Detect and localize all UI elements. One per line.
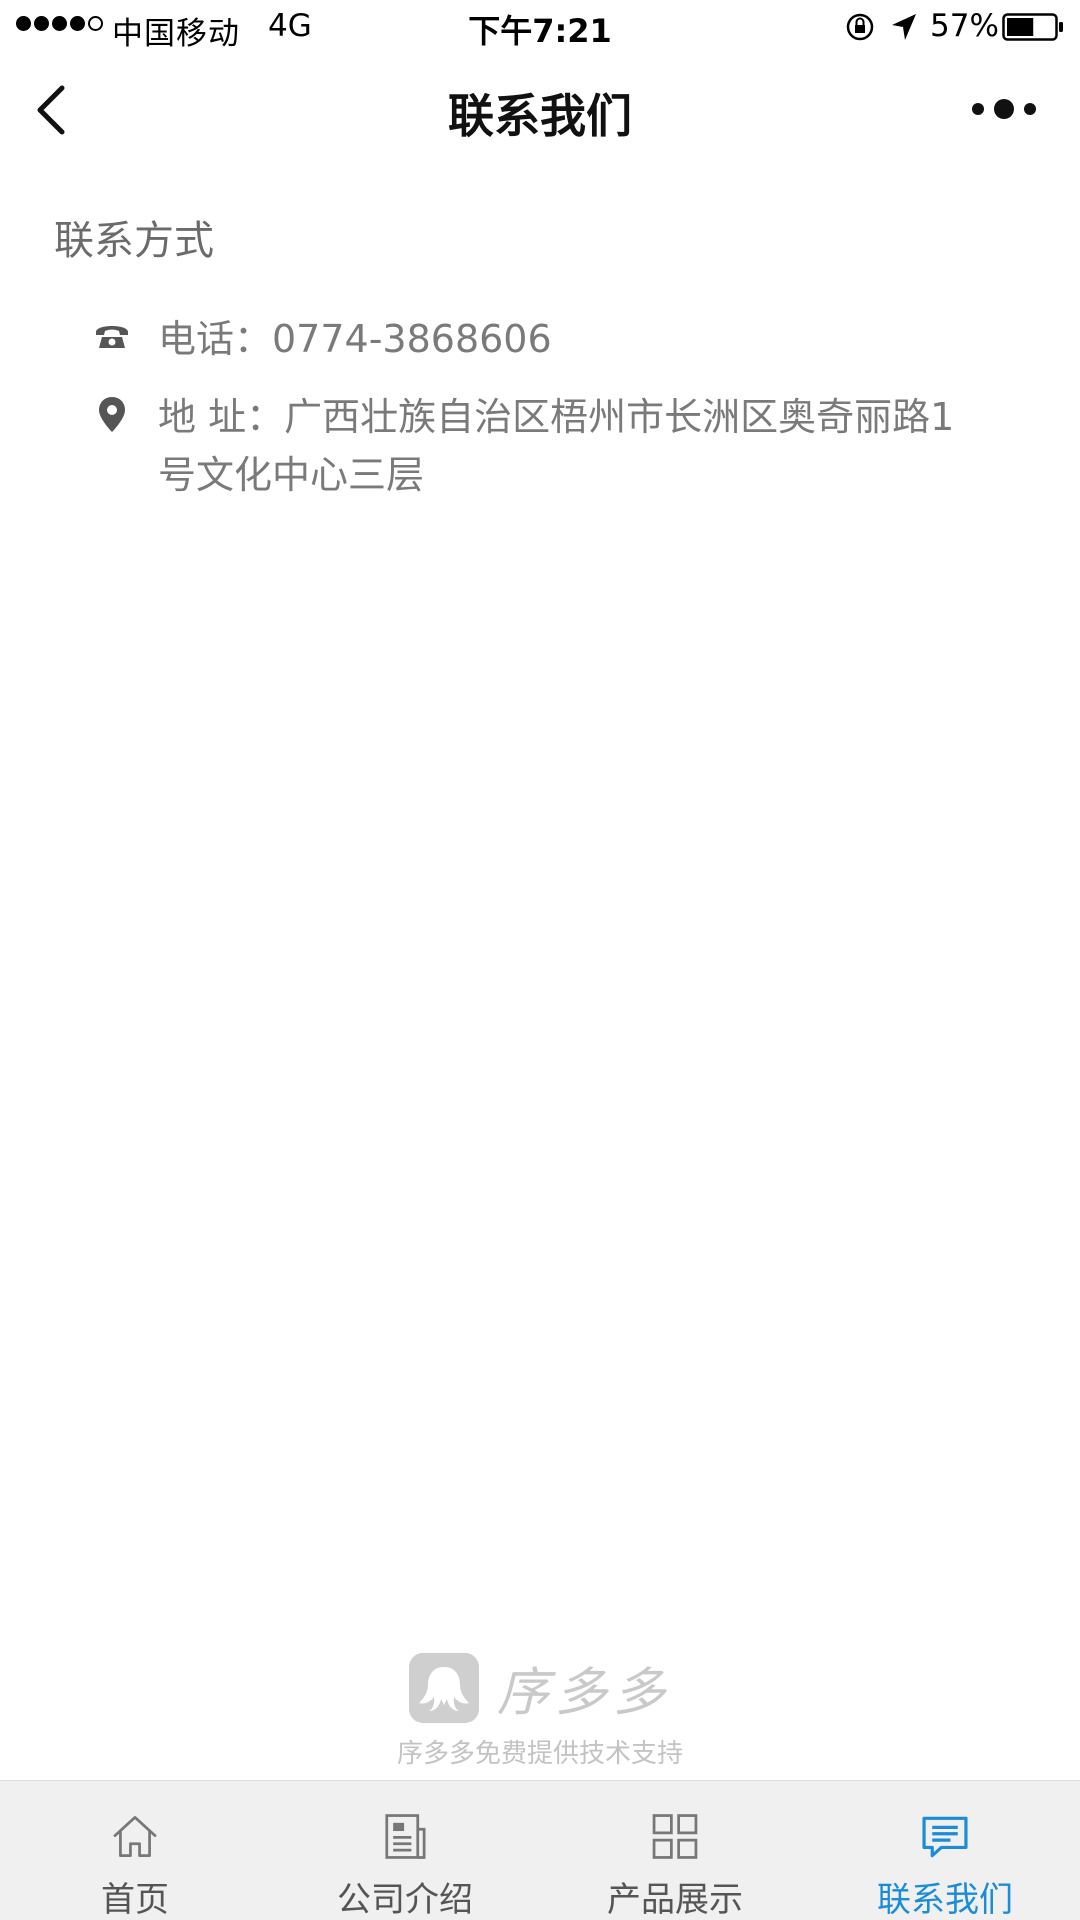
octopus-logo-icon — [408, 1652, 479, 1723]
location-arrow-icon — [892, 14, 916, 40]
phone-row[interactable]: 电话：0774-3868606 — [92, 310, 992, 368]
tab-contact-us[interactable]: 联系我们 — [810, 1781, 1080, 1920]
grid-icon — [652, 1814, 698, 1859]
tab-company-intro[interactable]: 公司介绍 — [270, 1781, 540, 1920]
location-pin-icon — [99, 397, 125, 432]
address-text: 地 址：广西壮族自治区梧州市长洲区奥奇丽路1号文化中心三层 — [158, 395, 955, 497]
brand-mark: 序多多 — [408, 1650, 671, 1725]
section-title: 联系方式 — [54, 218, 214, 264]
page-title: 联系我们 — [448, 89, 632, 143]
status-bar: 中国移动 4G 下午7:21 57% — [0, 0, 1080, 54]
battery-percent: 57% — [930, 8, 999, 44]
chat-icon — [922, 1816, 968, 1858]
navigation-bar: 联系我们 — [0, 54, 1080, 166]
tab-label: 联系我们 — [877, 1880, 1013, 1920]
more-dots-icon[interactable] — [968, 94, 1040, 124]
tab-bar: 首页 公司介绍 产品展示 联系我们 — [0, 1780, 1080, 1920]
home-icon — [113, 1816, 157, 1857]
phone-text: 电话：0774-3868606 — [158, 317, 552, 361]
phone-icon — [96, 326, 128, 348]
tab-label: 首页 — [101, 1880, 169, 1920]
tab-home[interactable]: 首页 — [0, 1781, 270, 1920]
address-row: 地 址：广西壮族自治区梧州市长洲区奥奇丽路1号文化中心三层 — [92, 388, 992, 504]
tab-products[interactable]: 产品展示 — [540, 1781, 810, 1920]
tab-label: 产品展示 — [607, 1880, 743, 1920]
battery-icon — [1002, 13, 1063, 41]
document-icon — [385, 1814, 426, 1859]
status-time: 下午7:21 — [468, 12, 612, 50]
brand-name: 序多多 — [496, 1663, 671, 1723]
brand-footer: 序多多 序多多免费提供技术支持 — [0, 1650, 1080, 1770]
page: 中国移动 4G 下午7:21 57% 联系我们 联系方式 电话：0774-386… — [0, 0, 1080, 1920]
brand-support-text: 序多多免费提供技术支持 — [396, 1738, 683, 1769]
orientation-lock-icon — [846, 13, 874, 41]
tab-label: 公司介绍 — [337, 1880, 473, 1920]
